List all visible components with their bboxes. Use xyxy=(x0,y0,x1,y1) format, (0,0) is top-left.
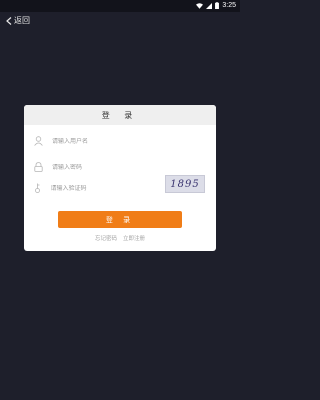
login-card: 登 录 1895 登 录 忘记密码 立即 xyxy=(24,105,216,251)
wifi-icon xyxy=(196,2,204,9)
captcha-input[interactable] xyxy=(50,184,156,192)
user-icon xyxy=(32,135,44,147)
back-button[interactable]: 返回 xyxy=(6,15,30,26)
password-row xyxy=(32,159,208,176)
signal-icon xyxy=(206,2,213,9)
username-input[interactable] xyxy=(52,137,172,145)
status-bar: 3:25 xyxy=(0,0,240,12)
username-row xyxy=(32,133,208,150)
back-icon xyxy=(6,16,12,25)
top-nav: 返回 xyxy=(0,12,240,30)
password-input[interactable] xyxy=(52,163,172,171)
auth-links: 忘记密码 立即注册 xyxy=(24,234,216,242)
key-icon xyxy=(32,182,43,194)
login-title: 登 录 xyxy=(24,105,216,125)
lock-icon xyxy=(32,161,44,173)
captcha-image[interactable]: 1895 xyxy=(165,175,205,193)
status-icons: 3:25 xyxy=(196,2,236,9)
forgot-password-link[interactable]: 忘记密码 xyxy=(95,234,117,242)
captcha-row xyxy=(32,180,156,197)
back-label: 返回 xyxy=(14,16,30,25)
login-button[interactable]: 登 录 xyxy=(58,211,182,228)
register-link[interactable]: 立即注册 xyxy=(123,234,145,242)
status-time: 3:25 xyxy=(222,2,236,9)
battery-icon xyxy=(215,2,220,9)
